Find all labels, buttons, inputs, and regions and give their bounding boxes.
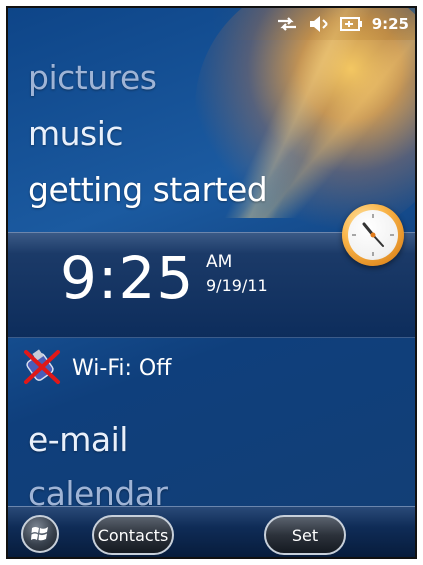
- battery-charging-icon[interactable]: [339, 16, 364, 32]
- clock-date: 9/19/11: [206, 276, 268, 295]
- wifi-status-label: Wi-Fi: Off: [72, 355, 172, 381]
- analog-clock-icon: [342, 204, 404, 266]
- menu-item-getting-started[interactable]: getting started: [28, 170, 268, 209]
- speaker-muted-icon[interactable]: [308, 15, 330, 33]
- windows-start-icon[interactable]: [21, 515, 59, 553]
- status-bar: 9:25: [8, 8, 415, 40]
- menu-item-pictures[interactable]: pictures: [28, 58, 157, 97]
- contacts-softkey-button[interactable]: Contacts: [92, 515, 174, 555]
- wifi-disabled-icon: [20, 346, 64, 390]
- softkey-bar: Contacts Set: [8, 506, 415, 557]
- status-time[interactable]: 9:25: [372, 15, 409, 33]
- wifi-status[interactable]: Wi-Fi: Off: [20, 346, 171, 390]
- menu-item-music[interactable]: music: [28, 114, 124, 153]
- clock-time: 9:25: [60, 244, 195, 312]
- device-screen: 9:25 pictures music getting started 9:25…: [6, 6, 417, 559]
- set-softkey-button[interactable]: Set: [264, 515, 346, 555]
- data-sync-icon: [276, 16, 298, 32]
- clock-ampm: AM: [206, 252, 233, 272]
- menu-item-email[interactable]: e-mail: [28, 420, 128, 459]
